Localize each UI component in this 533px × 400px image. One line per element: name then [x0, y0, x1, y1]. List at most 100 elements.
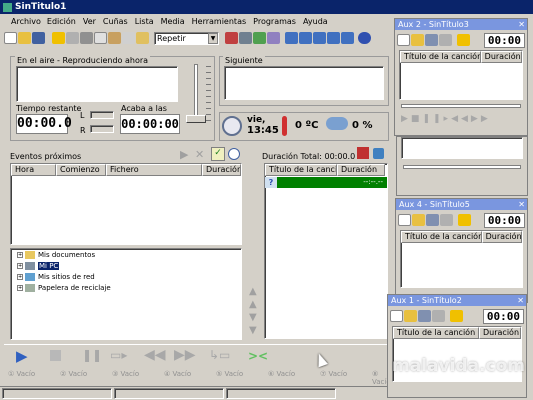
rewind-icon[interactable]: ◀◀ [144, 347, 166, 363]
new-icon[interactable] [390, 310, 403, 322]
aux2-playlist[interactable]: Título de la canción Duración [399, 50, 523, 100]
warning-icon[interactable] [225, 32, 238, 44]
save-icon[interactable] [418, 310, 431, 322]
close-icon[interactable]: ✕ [517, 296, 526, 305]
loop-icon[interactable]: ↳▭ [209, 348, 230, 362]
expand-icon[interactable]: + [17, 285, 23, 291]
playlist-row[interactable]: ? --:--.-- [265, 177, 387, 188]
menu-ayuda[interactable]: Ayuda [303, 15, 328, 28]
delete-icon[interactable] [439, 34, 452, 46]
open-icon[interactable] [18, 32, 31, 44]
add-icon[interactable] [458, 214, 471, 226]
pause-icon[interactable]: ❚❚ [82, 348, 102, 362]
add-icon[interactable] [52, 32, 65, 44]
add-icon[interactable] [450, 310, 463, 322]
next-track-icon[interactable]: ▸ [444, 114, 452, 124]
events-col-hora[interactable]: Hora [11, 164, 56, 176]
menu-archivo[interactable]: Archivo [11, 15, 41, 28]
aux2-col-title[interactable]: Título de la canción [400, 51, 481, 63]
slot-button[interactable]: ⑥ Vacío [268, 370, 320, 382]
expand-icon[interactable]: + [17, 252, 23, 258]
slot-button[interactable]: ⑤ Vacío [216, 370, 268, 382]
pause-icon[interactable]: ❚❚ [422, 114, 443, 124]
slot-button[interactable]: ④ Vacío [164, 370, 216, 382]
move-bottom-icon[interactable]: ▼ [249, 325, 257, 336]
events-clock-icon[interactable] [228, 148, 240, 160]
next-track-icon[interactable]: ▭▸ [110, 348, 127, 362]
save-icon[interactable] [426, 214, 439, 226]
events-col-comienzo[interactable]: Comienzo [56, 164, 106, 176]
slot-button[interactable]: ③ Vacío [112, 370, 164, 382]
playlist-col-duration[interactable]: Duración [337, 164, 385, 176]
edit-icon[interactable] [267, 32, 280, 44]
add-icon[interactable] [457, 34, 470, 46]
tree-item[interactable]: + Mis documentos [17, 251, 95, 259]
aux2-seek-bar[interactable] [401, 104, 521, 108]
levels-icon[interactable] [239, 32, 252, 44]
open-icon[interactable] [412, 214, 425, 226]
playlist-col-title[interactable]: Título de la canción [265, 164, 337, 176]
fast-forward-icon[interactable]: ▶▶ [471, 114, 491, 124]
play-icon[interactable]: ▶ [401, 114, 411, 124]
menu-edicion[interactable]: Edición [47, 15, 76, 28]
stop-icon[interactable]: ■ [411, 114, 423, 124]
crossfade-icon[interactable]: >< [248, 349, 268, 363]
print-icon[interactable] [357, 147, 369, 159]
menu-media[interactable]: Media [161, 15, 185, 28]
menu-lista[interactable]: Lista [135, 15, 154, 28]
menu-ver[interactable]: Ver [83, 15, 96, 28]
new-icon[interactable] [398, 214, 411, 226]
find-replace-icon[interactable] [136, 32, 149, 44]
move-top-icon[interactable]: ▲ [249, 286, 257, 297]
events-check-icon[interactable]: ✓ [211, 147, 225, 161]
new-icon[interactable] [4, 32, 17, 44]
events-list[interactable]: Hora Comienzo Fichero Duración [10, 163, 242, 245]
save-icon[interactable] [32, 32, 45, 44]
expand-icon[interactable]: + [17, 274, 23, 280]
aux1-col-title[interactable]: Título de la canción [393, 327, 479, 339]
volume-slider-thumb[interactable] [186, 115, 206, 123]
aux3-seek-bar[interactable] [403, 165, 521, 169]
find-icon[interactable] [122, 32, 135, 44]
aux3-playlist[interactable] [401, 137, 523, 159]
copy-icon[interactable] [94, 32, 107, 44]
play-icon[interactable]: ▶ [16, 347, 28, 365]
close-icon[interactable]: ✕ [518, 200, 527, 209]
events-delete-icon[interactable]: ✕ [195, 148, 204, 161]
events-col-fichero[interactable]: Fichero [106, 164, 202, 176]
play-next-icon[interactable] [285, 32, 298, 44]
aux2-col-duration[interactable]: Duración [480, 51, 522, 63]
menu-herramientas[interactable]: Herramientas [192, 15, 247, 28]
tree-item[interactable]: + Mi PC [17, 262, 60, 270]
play-aux3-icon[interactable] [327, 32, 340, 44]
slot-button[interactable]: ① Vacío [8, 370, 60, 382]
open-icon[interactable] [411, 34, 424, 46]
open-icon[interactable] [404, 310, 417, 322]
expand-icon[interactable]: + [17, 263, 23, 269]
mode-select[interactable]: Repetir ▼ [154, 31, 219, 45]
tree-item[interactable]: + Mis sitios de red [17, 273, 95, 281]
events-play-icon[interactable]: ▶ [180, 148, 188, 161]
play-aux1-icon[interactable] [299, 32, 312, 44]
new-icon[interactable] [397, 34, 410, 46]
rewind-icon[interactable]: ◀◀ [451, 114, 471, 124]
events-col-duracion[interactable]: Duración [202, 164, 241, 176]
chevron-down-icon[interactable]: ▼ [208, 32, 218, 44]
paste-icon[interactable] [108, 32, 121, 44]
tree-item[interactable]: + Papelera de reciclaje [17, 284, 111, 292]
delete-icon[interactable] [66, 32, 79, 44]
aux4-playlist[interactable]: Título de la canción Duración [400, 230, 523, 288]
refresh-icon[interactable] [373, 148, 384, 159]
fast-forward-icon[interactable]: ▶▶ [174, 347, 196, 363]
stop-icon[interactable] [50, 350, 61, 361]
save-icon[interactable] [425, 34, 438, 46]
slot-button[interactable]: ⑦ Vacío [320, 370, 372, 382]
aux1-col-duration[interactable]: Duración [479, 327, 521, 339]
file-tree[interactable]: + Mis documentos + Mi PC + Mis sitios de re… [10, 248, 242, 340]
help-icon[interactable] [358, 32, 371, 44]
delete-icon[interactable] [440, 214, 453, 226]
delete-icon[interactable] [432, 310, 445, 322]
play-aux4-icon[interactable] [341, 32, 354, 44]
aux4-col-title[interactable]: Título de la canción [401, 231, 482, 243]
menu-cunas[interactable]: Cuñas [103, 15, 128, 28]
